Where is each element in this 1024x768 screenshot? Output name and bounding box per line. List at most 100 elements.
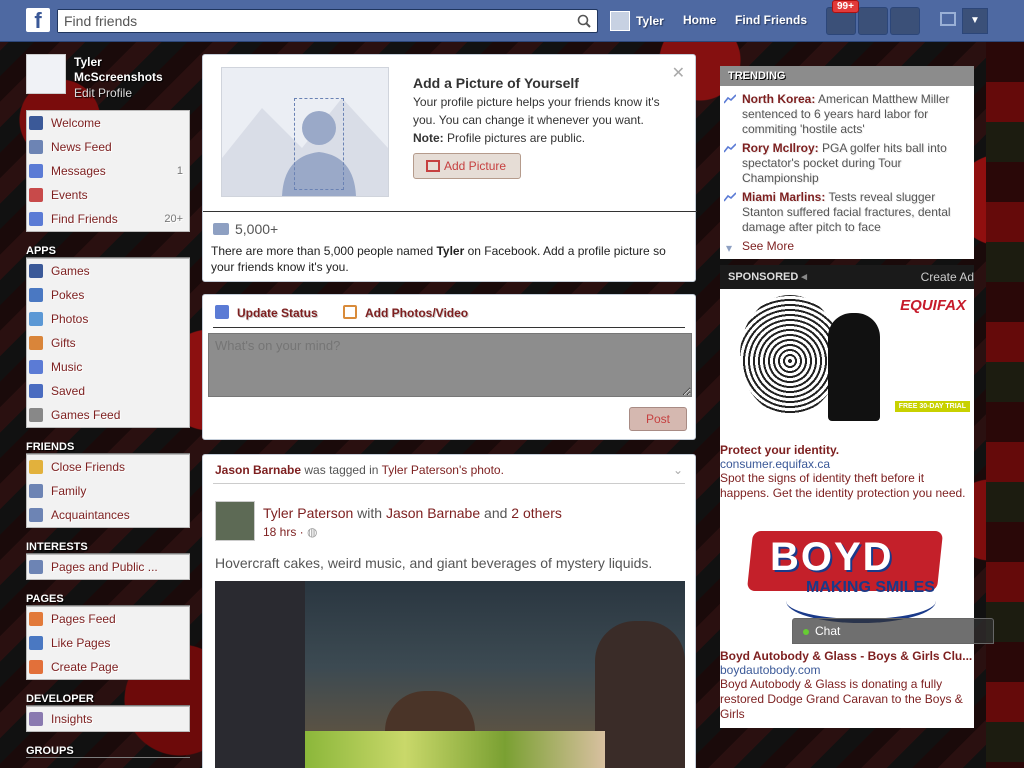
story-text: Hovercraft cakes, weird music, and giant… [215,555,653,571]
ad-url[interactable]: consumer.equifax.ca [720,457,974,471]
online-status-icon [803,629,809,635]
sponsored-label: SPONSORED [728,271,799,283]
news-feed-icon [29,140,43,154]
profile-block: Tyler McScreenshots Edit Profile [26,52,190,110]
see-more-link[interactable]: ▾ See More [720,239,974,255]
ad-title[interactable]: Protect your identity. [720,443,974,457]
free-trial-badge: FREE 30-DAY TRIAL [894,401,970,412]
trending-item[interactable]: North Korea: American Matthew Miller sen… [720,92,974,137]
sidebar-item-acquaintances[interactable]: Acquaintances [27,503,189,527]
sidebar-item-gifts[interactable]: Gifts [27,331,189,355]
family-icon [29,484,43,498]
sidebar-item-games-feed[interactable]: Games Feed [27,403,189,427]
nav-heading-developer[interactable]: DEVELOPER [26,692,190,706]
info-text: There are more than 5,000 people named [211,244,437,258]
messages-icon [29,164,43,178]
author-link[interactable]: Tyler Paterson [263,505,353,521]
ad-title[interactable]: Boyd Autobody & Glass - Boys & Girls Clu… [720,649,974,663]
chat-bar[interactable]: Chat [792,618,994,644]
note-text: Profile pictures are public. [447,131,586,145]
search-icon[interactable] [577,14,591,28]
profile-link[interactable]: Tyler [610,11,664,31]
photo-link[interactable]: Tyler Paterson's photo. [382,463,504,477]
nav-heading-groups[interactable]: GROUPS [26,744,190,758]
search-input[interactable] [58,10,558,32]
privacy-shortcuts-icon[interactable] [940,12,956,26]
tagged-person-link[interactable]: Jason Barnabe [386,505,480,521]
trending-item[interactable]: Miami Marlins: Tests reveal slugger Stan… [720,190,974,235]
person-link[interactable]: Jason Barnabe [215,463,301,477]
sidebar-item-label: Events [51,188,88,202]
nav-heading-friends[interactable]: FRIENDS [26,440,190,454]
ad-url[interactable]: boydautobody.com [720,663,974,677]
tab-label: Update Status [237,306,318,320]
ad-text[interactable]: Boyd Autobody & Glass is donating a full… [720,677,974,722]
card-title: Add a Picture of Yourself [413,75,579,91]
facebook-icon [29,116,43,130]
sidebar-item-news-feed[interactable]: News Feed [27,135,189,159]
pokes-icon [29,288,43,302]
trending-item[interactable]: Rory McIlroy: PGA golfer hits ball into … [720,141,974,186]
chevron-down-icon[interactable]: ⌄ [673,463,683,477]
nav-heading-apps[interactable]: APPS [26,244,190,258]
sidebar-item-music[interactable]: Music [27,355,189,379]
sidebar-item-pages-and-public[interactable]: Pages and Public ... [27,555,189,579]
people-count: 5,000+ [213,221,278,237]
sidebar-item-family[interactable]: Family [27,479,189,503]
status-input[interactable] [208,333,692,397]
trending-topic[interactable]: Rory McIlroy: [742,141,819,155]
nav-heading-pages[interactable]: PAGES [26,592,190,606]
add-picture-button[interactable]: Add Picture [413,153,521,179]
trending-arrow-icon [724,94,736,104]
news-feed-column: Add a Picture of Yourself Your profile p… [202,54,697,768]
sidebar-item-label: Gifts [51,336,76,350]
sidebar-item-close-friends[interactable]: Close Friends [27,455,189,479]
post-button[interactable]: Post [629,407,687,431]
find-friends-link[interactable]: Find Friends [735,13,807,27]
gifts-icon [29,336,43,350]
profile-picture[interactable] [26,54,66,94]
tab-update-status[interactable]: Update Status [215,305,318,320]
sidebar-item-find-friends[interactable]: Find Friends 20+ [27,207,189,231]
trending-topic[interactable]: North Korea: [742,92,815,106]
create-ad-link[interactable]: Create Ad [921,265,974,289]
timestamp[interactable]: 18 hrs · ◍ [263,525,318,539]
search-box[interactable] [57,9,598,33]
home-link[interactable]: Home [683,13,716,27]
messages-icon[interactable] [858,7,888,35]
sidebar-item-pokes[interactable]: Pokes [27,283,189,307]
sidebar-item-create-page[interactable]: Create Page [27,655,189,679]
sidebar-item-messages[interactable]: Messages 1 [27,159,189,183]
user-name-link[interactable]: Tyler [636,14,664,28]
edit-profile-link[interactable]: Edit Profile [74,86,132,100]
notifications-globe-icon[interactable] [890,7,920,35]
sidebar-item-photos[interactable]: Photos [27,307,189,331]
sidebar-item-welcome[interactable]: Welcome [27,111,189,135]
sidebar-item-label: Create Page [51,660,119,674]
nav-friends-group: Close Friends Family Acquaintances [26,454,190,528]
ad-text[interactable]: Spot the signs of identity theft before … [720,471,974,501]
story-photo[interactable] [215,581,685,768]
tab-add-photos[interactable]: Add Photos/Video [343,305,468,320]
photo-icon [343,305,357,319]
equifax-ad-image[interactable]: EQUIFAX FREE 30-DAY TRIAL [720,289,974,423]
sidebar-item-label: News Feed [51,140,112,154]
close-icon[interactable]: ✕ [672,63,685,83]
profile-name-link[interactable]: Tyler McScreenshots [74,55,184,85]
facebook-logo-icon[interactable]: f [26,8,50,33]
sidebar-item-events[interactable]: Events [27,183,189,207]
sidebar-item-games[interactable]: Games [27,259,189,283]
person-figure [215,581,305,768]
avatar[interactable] [215,501,255,541]
others-link[interactable]: 2 others [511,505,562,521]
sidebar-item-pages-feed[interactable]: Pages Feed [27,607,189,631]
account-menu-chevron-down-icon[interactable]: ▼ [962,8,988,34]
nav-heading-interests[interactable]: INTERESTS [26,540,190,554]
sidebar-item-label: Messages [51,164,106,178]
sidebar-item-like-pages[interactable]: Like Pages [27,631,189,655]
trending-topic[interactable]: Miami Marlins: [742,190,825,204]
divider [203,211,697,212]
sidebar-item-saved[interactable]: Saved [27,379,189,403]
left-sidebar: Tyler McScreenshots Edit Profile Welcome… [26,52,190,758]
sidebar-item-insights[interactable]: Insights [27,707,189,731]
